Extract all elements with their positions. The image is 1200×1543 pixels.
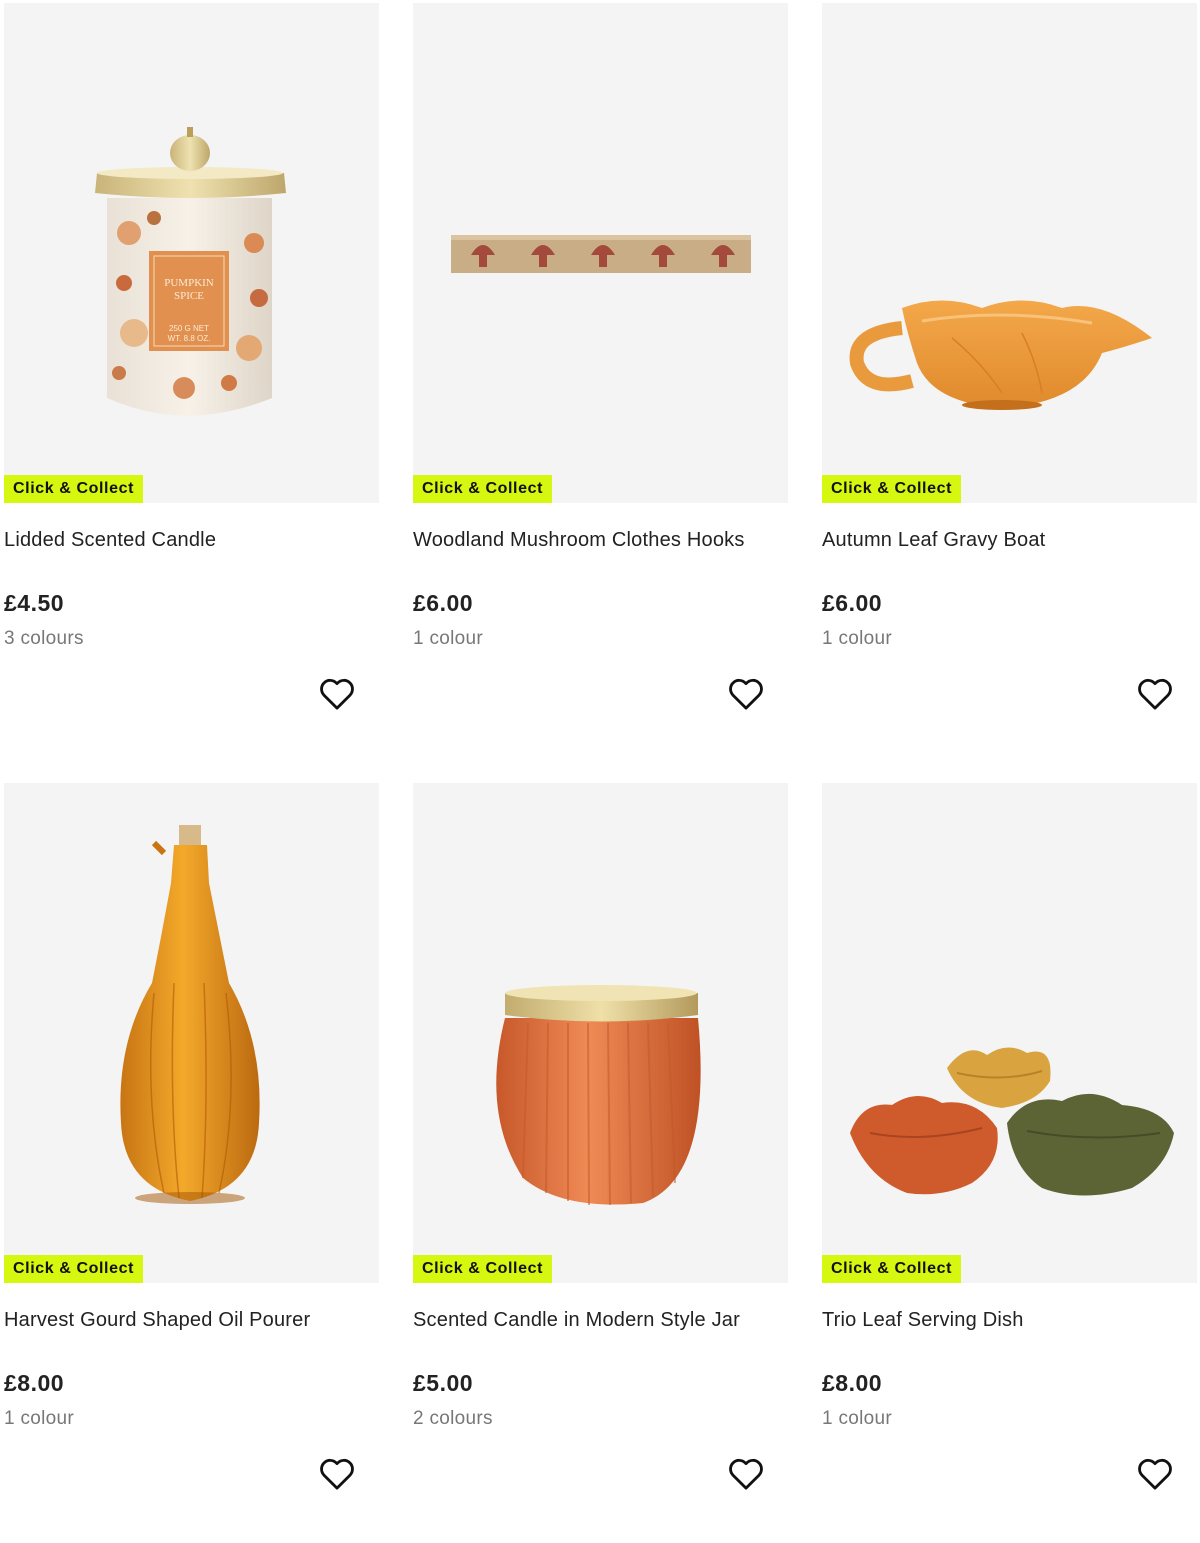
product-image[interactable]: Click & Collect (822, 3, 1197, 503)
click-collect-badge: Click & Collect (822, 475, 962, 503)
product-image[interactable]: PUMPKIN SPICE 250 G NET WT. 8.8 OZ. Clic… (4, 3, 379, 503)
click-collect-badge: Click & Collect (413, 1255, 553, 1283)
product-title[interactable]: Scented Candle in Modern Style Jar (413, 1309, 740, 1332)
click-collect-badge: Click & Collect (822, 1255, 962, 1283)
lidded-candle-image: PUMPKIN SPICE 250 G NET WT. 8.8 OZ. (95, 127, 286, 416)
product-colours: 1 colour (413, 628, 483, 649)
product-title[interactable]: Harvest Gourd Shaped Oil Pourer (4, 1309, 310, 1332)
leaf-dish-image (850, 1047, 1174, 1196)
product-title[interactable]: Autumn Leaf Gravy Boat (822, 529, 1045, 552)
wishlist-heart-icon[interactable] (726, 674, 766, 714)
wishlist-heart-icon[interactable] (317, 674, 357, 714)
product-title[interactable]: Trio Leaf Serving Dish (822, 1309, 1024, 1332)
svg-text:PUMPKIN: PUMPKIN (164, 277, 214, 289)
product-colours: 1 colour (822, 1408, 892, 1429)
candle-jar-image (496, 985, 701, 1206)
wishlist-heart-icon[interactable] (317, 1454, 357, 1494)
product-card[interactable]: Click & Collect Autumn Leaf Gravy Boat £… (822, 3, 1197, 763)
wishlist-heart-icon[interactable] (726, 1454, 766, 1494)
product-price: £8.00 (822, 1370, 883, 1396)
product-card[interactable]: Click & Collect Scented Candle in Modern… (413, 783, 788, 1543)
click-collect-badge: Click & Collect (4, 475, 144, 503)
click-collect-badge: Click & Collect (413, 475, 553, 503)
product-card[interactable]: Click & Collect Trio Leaf Serving Dish £… (822, 783, 1197, 1543)
product-image[interactable]: Click & Collect (413, 3, 788, 503)
product-price: £5.00 (413, 1370, 474, 1396)
svg-text:SPICE: SPICE (174, 290, 204, 302)
product-price: £6.00 (413, 590, 474, 616)
svg-text:WT. 8.8 OZ.: WT. 8.8 OZ. (168, 334, 211, 343)
product-image[interactable]: Click & Collect (413, 783, 788, 1283)
product-price: £4.50 (4, 590, 65, 616)
product-price: £6.00 (822, 590, 883, 616)
mushroom-hooks-image (451, 235, 751, 273)
gravy-boat-image (849, 300, 1152, 410)
product-colours: 3 colours (4, 628, 84, 649)
product-card[interactable]: Click & Collect Harvest Gourd Shaped Oil… (4, 783, 379, 1543)
product-title[interactable]: Lidded Scented Candle (4, 529, 216, 552)
svg-text:250 G NET: 250 G NET (169, 324, 209, 333)
wishlist-heart-icon[interactable] (1135, 1454, 1175, 1494)
click-collect-badge: Click & Collect (4, 1255, 144, 1283)
product-image[interactable]: Click & Collect (822, 783, 1197, 1283)
wishlist-heart-icon[interactable] (1135, 674, 1175, 714)
product-title[interactable]: Woodland Mushroom Clothes Hooks (413, 529, 745, 552)
oil-pourer-image (120, 825, 260, 1204)
product-colours: 1 colour (4, 1408, 74, 1429)
product-colours: 1 colour (822, 628, 892, 649)
product-price: £8.00 (4, 1370, 65, 1396)
product-image[interactable]: Click & Collect (4, 783, 379, 1283)
product-card[interactable]: Click & Collect Woodland Mushroom Clothe… (413, 3, 788, 763)
product-card[interactable]: PUMPKIN SPICE 250 G NET WT. 8.8 OZ. Clic… (4, 3, 379, 763)
product-colours: 2 colours (413, 1408, 493, 1429)
